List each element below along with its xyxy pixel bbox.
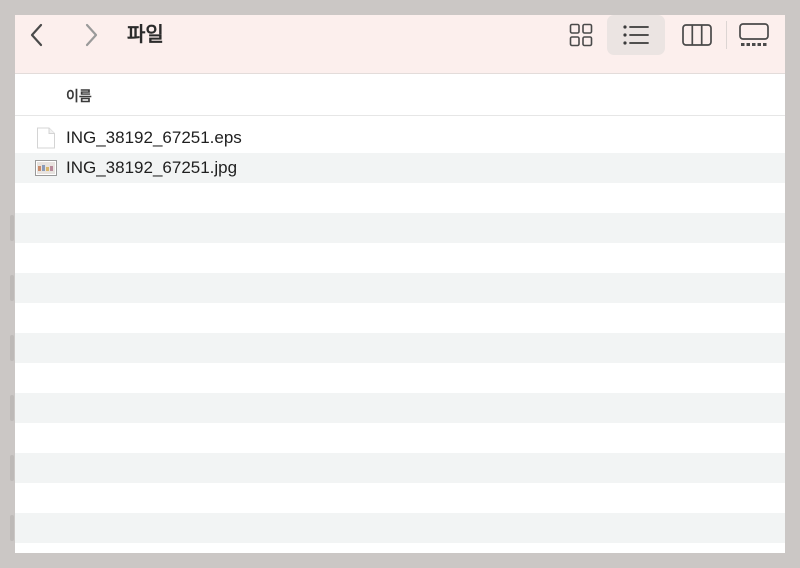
column-header-name[interactable]: 이름 [66, 86, 92, 106]
empty-row [15, 273, 785, 303]
backdrop-stripe [10, 335, 14, 361]
empty-row [15, 333, 785, 363]
table-row[interactable]: ING_38192_67251.jpg [15, 153, 785, 183]
gallery-view-button[interactable] [725, 15, 783, 55]
empty-row [15, 213, 785, 243]
chevron-right-icon [85, 23, 98, 47]
gallery-icon [739, 23, 769, 46]
empty-row [15, 243, 785, 273]
file-name: ING_38192_67251.jpg [66, 158, 238, 177]
empty-row [15, 483, 785, 513]
file-name: ING_38192_67251.eps [66, 128, 242, 147]
list-icon [623, 25, 649, 45]
back-button[interactable] [23, 21, 51, 49]
column-view-button[interactable] [668, 15, 726, 55]
backdrop-stripe [10, 275, 14, 301]
backdrop-stripe [10, 395, 14, 421]
chevron-left-icon [30, 23, 43, 47]
document-icon [35, 127, 57, 149]
column-header-row: 이름 [15, 75, 785, 116]
empty-row [15, 363, 785, 393]
table-row[interactable]: ING_38192_67251.eps [15, 123, 785, 153]
toolbar: 파일 [15, 15, 785, 74]
backdrop-stripe [10, 515, 14, 541]
backdrop-stripe [10, 215, 14, 241]
file-list: ING_38192_67251.eps ING_38192_67251.jpg [15, 123, 785, 553]
empty-row [15, 303, 785, 333]
empty-row [15, 183, 785, 213]
backdrop-stripe [10, 455, 14, 481]
grid-icon [569, 23, 593, 47]
empty-row [15, 543, 785, 553]
window-title: 파일 [127, 24, 164, 46]
image-thumbnail-icon [35, 157, 57, 179]
empty-row [15, 513, 785, 543]
icon-view-button[interactable] [552, 15, 610, 55]
list-view-button[interactable] [607, 15, 665, 55]
columns-icon [682, 24, 712, 46]
empty-row [15, 453, 785, 483]
empty-row [15, 423, 785, 453]
finder-window: 파일 이름 ING_38192_67251.eps ING_38192_6725… [15, 15, 785, 553]
forward-button[interactable] [77, 21, 105, 49]
empty-row [15, 393, 785, 423]
